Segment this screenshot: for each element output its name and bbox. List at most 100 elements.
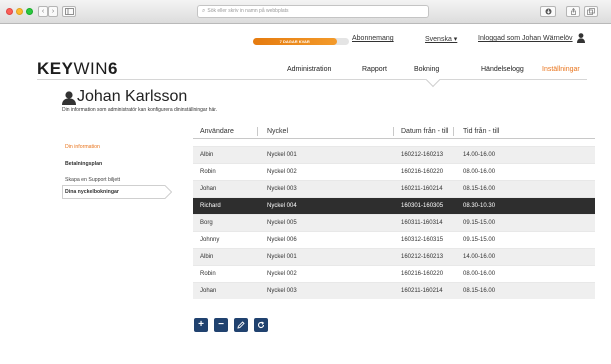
cell-date: 160212-160213 <box>401 152 444 158</box>
table-row[interactable]: Johan Nyckel 003 160211-160214 08.15-16.… <box>193 282 595 299</box>
nav-handelselogg[interactable]: Händelselogg <box>481 66 524 73</box>
share-button[interactable] <box>566 6 580 17</box>
page-subtitle: Din information som administratör kan ko… <box>62 107 218 113</box>
cell-key: Nyckel 001 <box>267 152 297 158</box>
minus-icon: − <box>218 319 224 330</box>
cell-date: 160312-160315 <box>401 237 444 243</box>
cell-date: 160311-160314 <box>401 220 443 226</box>
column-header-nyckel[interactable]: Nyckel <box>267 128 288 135</box>
chevron-right-icon: › <box>51 8 55 15</box>
cell-date: 160301-160305 <box>401 203 444 209</box>
cell-key: Nyckel 002 <box>267 169 297 175</box>
nav-administration[interactable]: Administration <box>287 66 331 73</box>
column-separator <box>393 127 394 136</box>
cell-date: 160211-160214 <box>401 186 443 192</box>
subscription-link[interactable]: Abonnemang <box>352 35 394 42</box>
nav-bokning[interactable]: Bokning <box>414 66 439 73</box>
page-title: Johan Karlsson <box>77 88 188 105</box>
add-booking-button[interactable]: + <box>194 318 208 332</box>
refresh-button[interactable] <box>254 318 268 332</box>
webpage: 7 DAGAR KVAR Abonnemang Svenska ▾ Inlogg… <box>0 24 611 364</box>
cell-time: 08.15-16.00 <box>463 186 496 192</box>
tabs-button[interactable] <box>584 6 598 17</box>
table-row[interactable]: Albin Nyckel 001 160212-160213 14.00-16.… <box>193 248 595 265</box>
column-header-datum[interactable]: Datum från - till <box>401 128 448 135</box>
logo-win: WIN <box>73 59 109 78</box>
table-row[interactable]: Johnny Nyckel 006 160312-160315 09.15-15… <box>193 231 595 248</box>
cell-user: Johan <box>200 288 217 294</box>
table-header: Användare Nyckel Datum från - till Tid f… <box>193 124 595 139</box>
downloads-button[interactable] <box>540 6 556 17</box>
sidebar-toggle-button[interactable] <box>62 6 76 17</box>
chevron-left-icon: ‹ <box>41 8 45 15</box>
nav-rapport[interactable]: Rapport <box>362 66 387 73</box>
download-icon <box>545 8 551 15</box>
table-row[interactable]: Johan Nyckel 003 160211-160214 08.15-16.… <box>193 180 595 197</box>
cell-date: 160211-160214 <box>401 288 443 294</box>
cell-user: Richard <box>200 203 221 209</box>
cell-time: 08.30-10.30 <box>463 203 496 209</box>
address-bar[interactable]: ⌕ Sök eller skriv in namn på webbplats <box>197 5 429 18</box>
search-icon: ⌕ <box>202 8 206 14</box>
cell-date: 160216-160220 <box>401 271 444 277</box>
keywin-logo[interactable]: KEYWIN6 <box>37 59 118 79</box>
table-row[interactable]: Borg Nyckel 005 160311-160314 09.15-15.0… <box>193 214 595 231</box>
cell-key: Nyckel 003 <box>267 186 297 192</box>
cell-key: Nyckel 006 <box>267 237 297 243</box>
forward-button[interactable]: › <box>48 6 58 17</box>
refresh-icon <box>257 321 265 329</box>
minimize-window-button[interactable] <box>16 8 23 15</box>
cell-user: Johan <box>200 186 217 192</box>
pencil-icon <box>237 321 245 329</box>
table-row[interactable]: Albin Nyckel 001 160212-160213 14.00-16.… <box>193 146 595 163</box>
cell-key: Nyckel 003 <box>267 288 297 294</box>
language-select[interactable]: Svenska ▾ <box>425 35 457 43</box>
remove-booking-button[interactable]: − <box>214 318 228 332</box>
cell-time: 08.15-16.00 <box>463 288 496 294</box>
trial-progress-fill: 7 DAGAR KVAR <box>253 38 337 45</box>
zoom-window-button[interactable] <box>26 8 33 15</box>
cell-user: Johnny <box>200 237 220 243</box>
column-separator <box>257 127 258 136</box>
cell-time: 09.15-15.00 <box>463 220 496 226</box>
share-icon <box>570 8 576 15</box>
address-placeholder: Sök eller skriv in namn på webbplats <box>207 8 289 14</box>
cell-key: Nyckel 001 <box>267 254 297 260</box>
nav-installningar[interactable]: Inställningar <box>542 66 580 73</box>
column-header-anvandare[interactable]: Användare <box>200 128 234 135</box>
edit-booking-button[interactable] <box>234 318 248 332</box>
table-row[interactable]: Robin Nyckel 002 160216-160220 08.00-16.… <box>193 265 595 282</box>
sidebar-item-betalningsplan[interactable]: Betalningsplan <box>65 161 102 167</box>
sidebar-icon <box>64 8 74 15</box>
sidebar-item-din-information[interactable]: Din information <box>65 144 100 150</box>
profile-user-icon <box>62 91 76 105</box>
cell-user: Albin <box>200 152 214 158</box>
cell-user: Robin <box>200 169 216 175</box>
table-row[interactable]: Robin Nyckel 002 160216-160220 08.00-16.… <box>193 163 595 180</box>
cell-time: 14.00-16.00 <box>463 254 496 260</box>
cell-user: Borg <box>200 220 213 226</box>
cell-time: 09.15-15.00 <box>463 237 496 243</box>
back-button[interactable]: ‹ <box>38 6 48 17</box>
sidebar-item-dina-nyckelbokningar[interactable]: Dina nyckelbokningar <box>65 189 119 195</box>
tabs-icon <box>587 8 595 15</box>
cell-date: 160216-160220 <box>401 169 444 175</box>
nav-divider <box>37 79 587 80</box>
user-icon <box>577 33 585 43</box>
cell-user: Robin <box>200 271 216 277</box>
column-separator <box>453 127 454 136</box>
logo-key: KEY <box>37 59 74 78</box>
column-header-tid[interactable]: Tid från - till <box>463 128 499 135</box>
trial-days-left: 7 DAGAR KVAR <box>279 39 310 44</box>
sidebar-item-support-biljett[interactable]: Skapa en Support biljett <box>65 177 120 183</box>
active-nav-indicator <box>425 72 441 88</box>
cell-time: 08.00-16.00 <box>463 271 496 277</box>
browser-toolbar: ‹ › ⌕ Sök eller skriv in namn på webbplat… <box>0 0 611 24</box>
logo-six: 6 <box>108 59 118 78</box>
cell-date: 160212-160213 <box>401 254 444 260</box>
logged-in-user-link[interactable]: Inloggad som Johan Wärnelöv <box>478 35 573 42</box>
cell-key: Nyckel 002 <box>267 271 297 277</box>
close-window-button[interactable] <box>6 8 13 15</box>
table-row-selected[interactable]: Richard Nyckel 004 160301-160305 08.30-1… <box>193 197 595 214</box>
cell-key: Nyckel 005 <box>267 220 297 226</box>
